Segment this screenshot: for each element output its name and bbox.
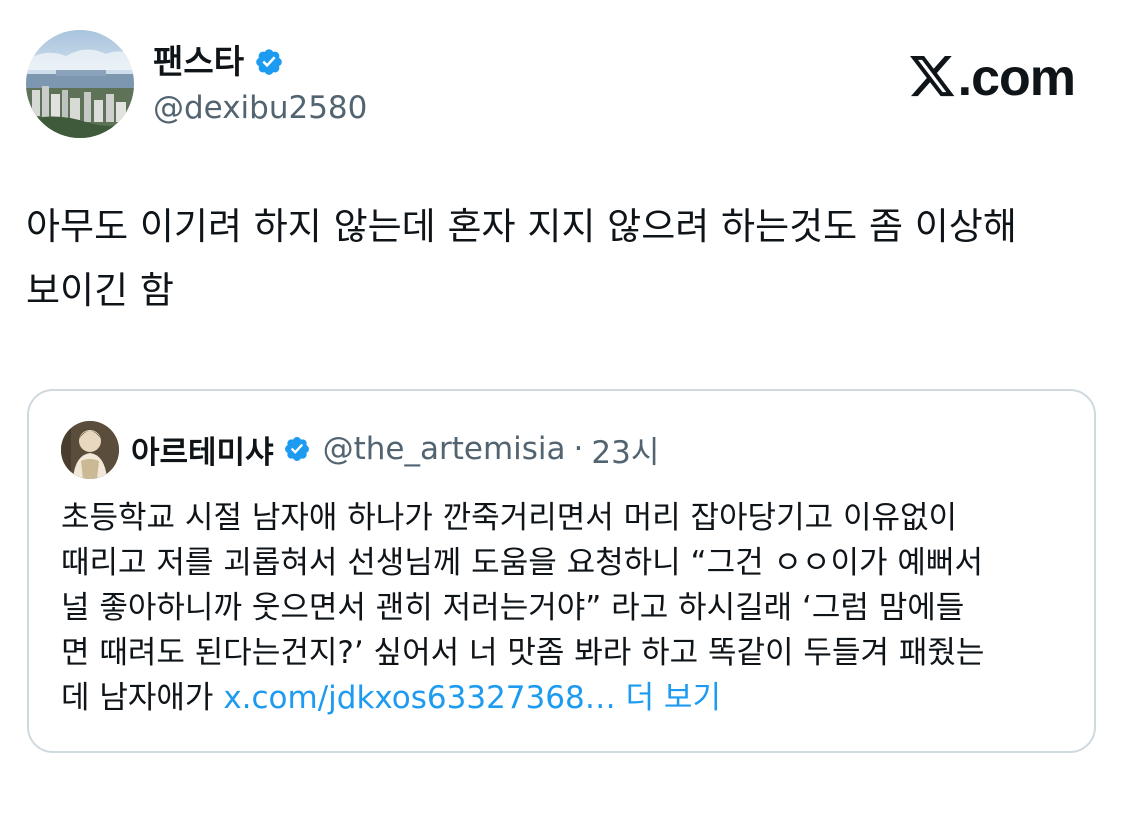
header-separator: ·: [573, 431, 584, 467]
brand-domain-text: .com: [957, 49, 1076, 107]
quoted-link[interactable]: x.com/jdkxos63327368…: [223, 680, 615, 716]
quoted-header: 아르테미샤 @the_artemisia · 23시: [131, 427, 659, 471]
quoted-display-name[interactable]: 아르테미샤: [131, 427, 274, 472]
author-display-name[interactable]: 팬스타: [153, 40, 244, 84]
tweet-text: 아무도 이기려 하지 않는데 혼자 지지 않으려 하는것도 좀 이상해 보이긴 …: [26, 205, 1017, 312]
x-logo-icon: [909, 56, 956, 100]
show-more-link[interactable]: 더 보기: [626, 680, 721, 716]
author-name-row: 팬스타: [153, 40, 284, 84]
quoted-tweet-body: 초등학교 시절 남자애 하나가 깐죽거리면서 머리 잡아당기고 이유없이 때리고…: [61, 496, 1071, 721]
author-handle[interactable]: @dexibu2580: [153, 88, 367, 128]
quoted-timestamp[interactable]: 23시: [591, 427, 659, 472]
author-avatar[interactable]: [26, 30, 134, 138]
x-com-brand: .com: [909, 48, 1076, 108]
quoted-author-avatar[interactable]: [61, 421, 119, 479]
verified-badge-icon: [283, 435, 311, 463]
avatar-painting-image: [61, 421, 119, 479]
quoted-tweet-card[interactable]: 아르테미샤 @the_artemisia · 23시 초등학교 시절 남자애 하…: [27, 389, 1096, 753]
avatar-cityscape-image: [26, 30, 134, 138]
verified-badge-icon: [254, 47, 284, 77]
quoted-handle[interactable]: @the_artemisia: [323, 431, 566, 467]
